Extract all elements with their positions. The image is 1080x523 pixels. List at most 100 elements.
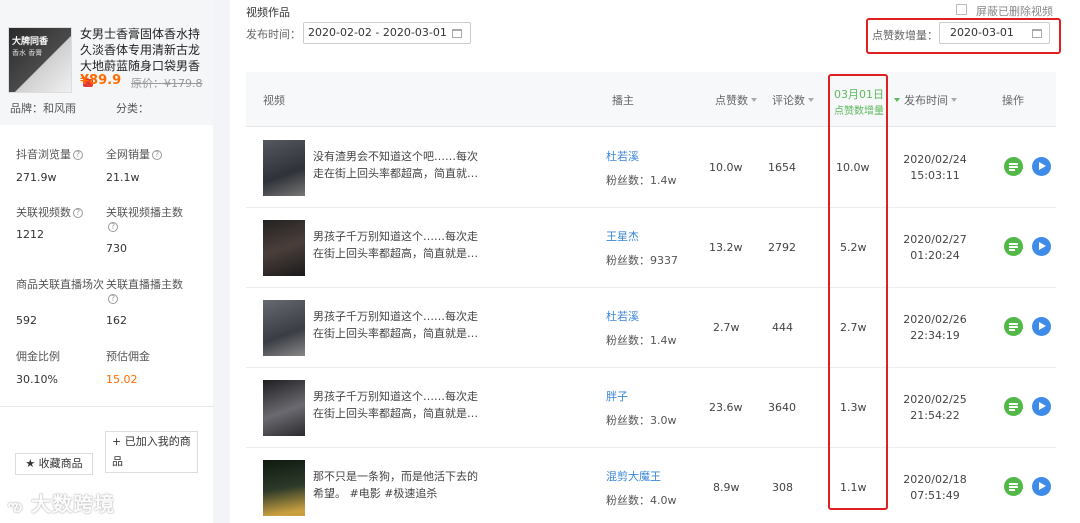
product-image-text: 大牌同香 <box>12 37 49 47</box>
video-title[interactable]: 男孩子千万别知道这个……每次走在街上回头率都超高，简直就是… <box>313 388 488 422</box>
product-image-subtext: 香水 香膏 <box>12 49 43 57</box>
like-increment-label: 点赞数增量： <box>872 29 938 42</box>
col-ops: 操作 <box>1002 94 1024 107</box>
col-author: 播主 <box>612 94 634 107</box>
video-title[interactable]: 那不只是一条狗，而是他活下去的希望。 #电影 #极速追杀 <box>313 468 488 502</box>
help-icon[interactable]: ? <box>152 150 162 160</box>
product-panel: 大牌同香 香水 香膏 女男士香膏固体香水持久淡香体专用清新古龙大地蔚蓝随身口袋男… <box>0 0 213 523</box>
help-icon[interactable]: ? <box>108 294 118 304</box>
stat-value-video-authors: 730 <box>106 242 127 255</box>
detail-icon[interactable] <box>1004 237 1023 256</box>
stat-label-sales: 全网销量? <box>106 148 162 162</box>
comments-value: 1654 <box>768 161 796 174</box>
play-icon[interactable] <box>1032 317 1051 336</box>
comments-value: 444 <box>772 321 793 334</box>
video-title[interactable]: 男孩子千万别知道这个……每次走在街上回头率都超高，简直就是… <box>313 308 488 342</box>
comments-value: 2792 <box>768 241 796 254</box>
play-icon[interactable] <box>1032 397 1051 416</box>
table-row[interactable]: 那不只是一条狗，而是他活下去的希望。 #电影 #极速追杀 混剪大魔王 粉丝数：4… <box>246 448 1056 523</box>
product-image[interactable]: 大牌同香 香水 香膏 <box>8 27 72 93</box>
hide-deleted-label: 屏蔽已删除视频 <box>976 5 1053 18</box>
comments-value: 3640 <box>768 401 796 414</box>
likes-value: 2.7w <box>713 321 740 334</box>
watermark-logo: ఌ 大数跨境 <box>8 492 116 516</box>
sort-caret-icon <box>751 98 757 102</box>
section-title: 视频作品 <box>246 6 290 19</box>
table-row[interactable]: 男孩子千万别知道这个……每次走在街上回头率都超高，简直就是… 杜若溪 粉丝数：1… <box>246 288 1056 368</box>
col-comments[interactable]: 评论数 <box>772 92 814 108</box>
detail-icon[interactable] <box>1004 157 1023 176</box>
video-thumbnail[interactable] <box>263 220 305 276</box>
detail-icon[interactable] <box>1004 317 1023 336</box>
table-row[interactable]: 男孩子千万别知道这个……每次走在街上回头率都超高，简直就是… 王星杰 粉丝数：9… <box>246 208 1056 288</box>
video-title[interactable]: 没有渣男会不知道这个吧……每次走在街上回头率都超高，简直就… <box>313 148 488 182</box>
video-thumbnail[interactable] <box>263 140 305 196</box>
calendar-icon[interactable] <box>1032 29 1042 38</box>
added-to-my-products-button[interactable]: + 已加入我的商品 <box>105 431 198 473</box>
play-icon[interactable] <box>1032 477 1051 496</box>
video-thumbnail[interactable] <box>263 460 305 516</box>
product-price: ¥89.9 <box>80 73 122 88</box>
author-link[interactable]: 王星杰 <box>606 228 639 244</box>
original-price: 原价：¥179.8 <box>131 77 203 90</box>
help-icon[interactable]: ? <box>108 222 118 232</box>
publish-time: 2020/02/26 22:34:19 <box>903 313 967 342</box>
stat-value-est-commission: 15.02 <box>106 373 138 386</box>
video-thumbnail[interactable] <box>263 300 305 356</box>
logo-icon: ఌ <box>8 496 24 515</box>
publish-time: 2020/02/18 07:51:49 <box>903 473 967 502</box>
author-link[interactable]: 杜若溪 <box>606 148 639 164</box>
likes-value: 8.9w <box>713 481 740 494</box>
video-thumbnail[interactable] <box>263 380 305 436</box>
detail-icon[interactable] <box>1004 477 1023 496</box>
favorite-product-button[interactable]: ★ 收藏商品 <box>15 453 93 475</box>
video-panel: 视频作品 发布时间： 2020-02-02 - 2020-03-01 屏蔽已删除… <box>230 0 1080 523</box>
help-icon[interactable]: ? <box>73 150 83 160</box>
col-video: 视频 <box>263 94 285 107</box>
stat-label-live-sessions: 商品关联直播场次 <box>16 278 104 291</box>
publish-time: 2020/02/25 21:54:22 <box>903 393 967 422</box>
product-category: 分类： <box>116 102 149 115</box>
calendar-icon[interactable] <box>452 29 462 38</box>
stat-value-views: 271.9w <box>16 171 57 184</box>
author-link[interactable]: 混剪大魔王 <box>606 468 661 484</box>
sort-caret-icon <box>894 98 900 102</box>
help-icon[interactable]: ? <box>73 208 83 218</box>
stat-label-videos: 关联视频数? <box>16 206 83 220</box>
likes-value: 10.0w <box>709 161 743 174</box>
fans-count: 粉丝数：1.4w <box>606 334 677 347</box>
play-icon[interactable] <box>1032 237 1051 256</box>
table-row[interactable]: 没有渣男会不知道这个吧……每次走在街上回头率都超高，简直就… 杜若溪 粉丝数：1… <box>246 128 1056 208</box>
stat-value-videos: 1212 <box>16 228 44 241</box>
author-link[interactable]: 胖子 <box>606 388 628 404</box>
likes-value: 13.2w <box>709 241 743 254</box>
video-title[interactable]: 男孩子千万别知道这个……每次走在街上回头率都超高，简直就是… <box>313 228 488 262</box>
date-range-input[interactable]: 2020-02-02 - 2020-03-01 <box>303 22 471 44</box>
col-likes[interactable]: 点赞数 <box>715 92 757 108</box>
divider <box>0 406 213 407</box>
stat-label-views: 抖音浏览量? <box>16 148 83 162</box>
product-brand: 品牌：和风雨 <box>10 102 76 115</box>
hide-deleted-checkbox[interactable] <box>956 4 967 15</box>
table-row[interactable]: 男孩子千万别知道这个……每次走在街上回头率都超高，简直就是… 胖子 粉丝数：3.… <box>246 368 1056 448</box>
stat-value-live-authors: 162 <box>106 314 127 327</box>
fans-count: 粉丝数：3.0w <box>606 414 677 427</box>
stat-label-video-authors: 关联视频播主数? <box>106 206 183 232</box>
publish-time: 2020/02/27 01:20:24 <box>903 233 967 262</box>
table-header: 视频 播主 点赞数 评论数 03月01日 点赞数增量 发布时间 操作 <box>246 72 1056 127</box>
col-publish-time[interactable]: 发布时间 <box>891 92 957 108</box>
sort-caret-icon <box>808 98 814 102</box>
stat-value-live-sessions: 592 <box>16 314 37 327</box>
stat-label-live-authors: 关联直播播主数? <box>106 278 183 304</box>
play-icon[interactable] <box>1032 157 1051 176</box>
fans-count: 粉丝数：4.0w <box>606 494 677 507</box>
comments-value: 308 <box>772 481 793 494</box>
highlight-box-column <box>828 74 888 510</box>
author-link[interactable]: 杜若溪 <box>606 308 639 324</box>
stat-value-commission-rate: 30.10% <box>16 373 58 386</box>
stat-label-est-commission: 预估佣金 <box>106 350 150 363</box>
publish-time: 2020/02/24 15:03:11 <box>903 153 967 182</box>
detail-icon[interactable] <box>1004 397 1023 416</box>
likes-value: 23.6w <box>709 401 743 414</box>
publish-time-label: 发布时间： <box>246 28 301 41</box>
